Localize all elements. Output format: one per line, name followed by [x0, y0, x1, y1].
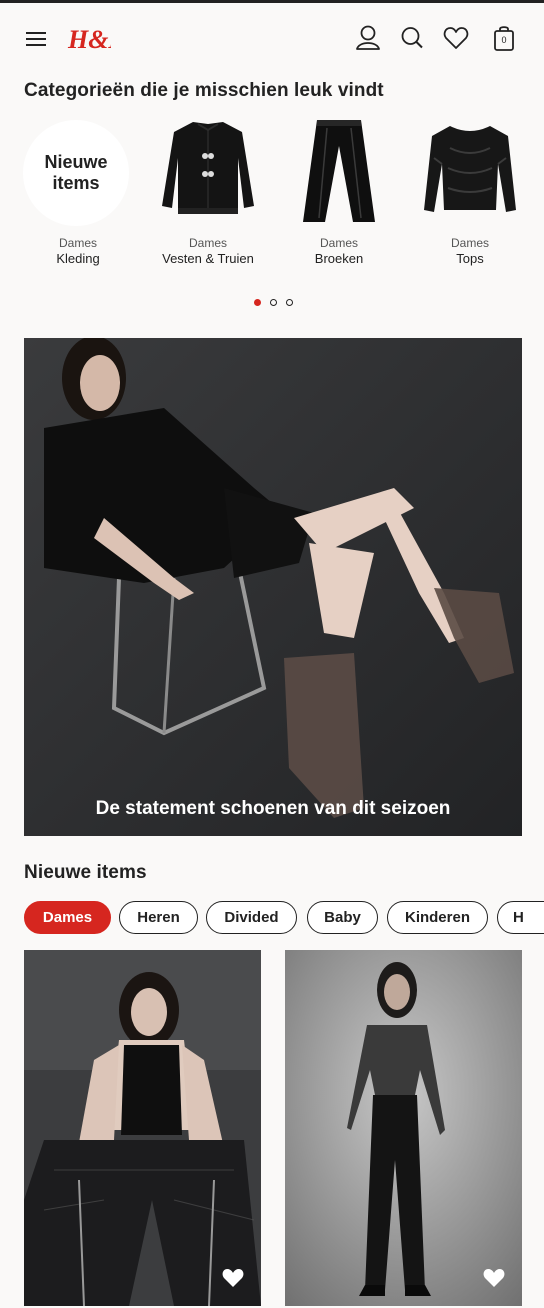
category-broeken[interactable]: Dames Broeken — [279, 118, 399, 278]
product-photo — [24, 950, 261, 1306]
user-icon[interactable] — [354, 23, 382, 53]
carousel-dot[interactable] — [270, 299, 277, 306]
category-sub: Dames — [450, 236, 489, 250]
new-items-title: Nieuwe items — [24, 862, 147, 883]
trousers-image — [289, 118, 389, 228]
filter-pill-divided[interactable]: Divided — [206, 901, 297, 934]
category-tops[interactable]: Dames Tops — [410, 118, 530, 278]
filter-pill-baby[interactable]: Baby — [307, 901, 378, 934]
hamburger-menu-icon[interactable] — [26, 32, 46, 46]
hero-caption: De statement schoenen van dit seizoen — [95, 798, 451, 819]
hm-logo[interactable]: H&M — [67, 21, 132, 55]
filter-pill-kinderen[interactable]: Kinderen — [387, 901, 488, 934]
shopping-bag-icon[interactable]: 0 — [490, 23, 518, 53]
product-photo — [285, 950, 522, 1306]
category-new-items[interactable]: Nieuwe items Dames Kleding — [18, 118, 138, 278]
category-vesten-truien[interactable]: Dames Vesten & Truien — [148, 118, 268, 278]
categories-title: Categorieën die je misschien leuk vindt — [24, 80, 384, 101]
carousel-dot-active[interactable] — [254, 299, 261, 306]
favorite-heart-icon[interactable] — [221, 1267, 245, 1289]
category-label: Tops — [456, 251, 484, 266]
new-items-circle-text: Nieuwe items — [44, 152, 108, 193]
category-sub: Dames — [319, 236, 358, 250]
header: H&M 0 — [0, 3, 544, 71]
category-label: Vesten & Truien — [162, 251, 254, 266]
hero-photo — [24, 338, 522, 836]
category-label: Kleding — [56, 251, 100, 266]
filter-pill-heren[interactable]: Heren — [119, 901, 198, 934]
category-sub: Dames — [58, 236, 97, 250]
product-card[interactable] — [24, 950, 261, 1306]
bag-count: 0 — [501, 35, 507, 45]
hero-banner[interactable]: De statement schoenen van dit seizoen — [24, 338, 522, 836]
favorite-heart-icon[interactable] — [482, 1267, 506, 1289]
filter-pill-dames[interactable]: Dames — [24, 901, 111, 934]
cardigan-image — [158, 118, 258, 228]
filter-pill-next[interactable]: H — [497, 901, 544, 934]
filter-pills: Dames Heren Divided Baby Kinderen H — [24, 901, 544, 935]
heart-icon[interactable] — [442, 23, 470, 53]
carousel-dot[interactable] — [286, 299, 293, 306]
top-image — [420, 118, 520, 228]
carousel-dots — [250, 299, 300, 309]
svg-text:H&M: H&M — [67, 25, 111, 54]
new-items-circle: Nieuwe items — [23, 120, 129, 226]
category-label: Broeken — [314, 251, 364, 266]
product-card[interactable] — [285, 950, 522, 1306]
category-sub: Dames — [188, 236, 227, 250]
search-icon[interactable] — [398, 23, 426, 53]
